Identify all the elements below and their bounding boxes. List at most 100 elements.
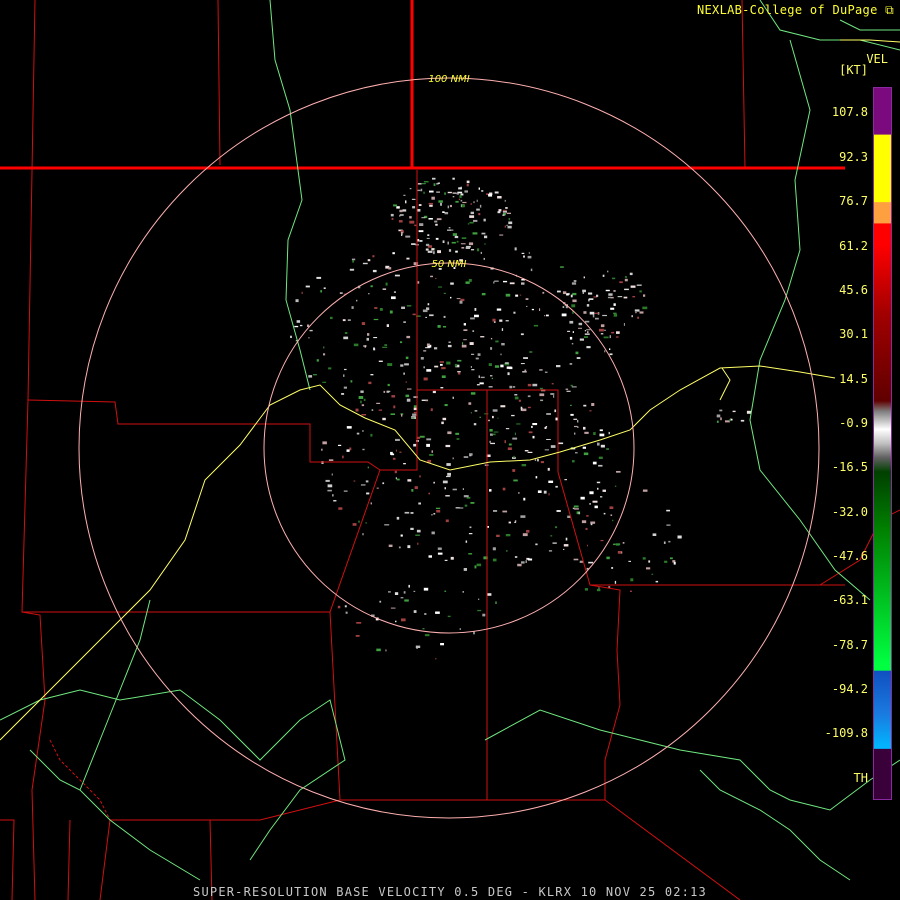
velocity-echo	[540, 461, 544, 464]
velocity-echo	[507, 372, 510, 376]
velocity-echo	[583, 404, 587, 407]
velocity-echo	[489, 429, 493, 432]
velocity-echoes	[290, 177, 752, 660]
velocity-echo	[604, 329, 606, 331]
velocity-echo	[565, 537, 568, 541]
velocity-echo	[586, 346, 591, 349]
velocity-echo	[527, 383, 532, 387]
velocity-echo	[411, 243, 416, 245]
velocity-echo	[449, 204, 452, 208]
velocity-echo	[396, 516, 400, 520]
velocity-echo	[598, 456, 603, 459]
velocity-echo	[460, 186, 462, 190]
velocity-echo	[328, 459, 334, 461]
velocity-echo	[431, 196, 435, 200]
velocity-echo	[478, 213, 481, 216]
velocity-echo	[492, 558, 497, 562]
velocity-echo	[429, 454, 434, 456]
velocity-echo	[468, 553, 473, 555]
velocity-echo	[528, 252, 530, 254]
velocity-echo	[469, 215, 475, 218]
velocity-echo	[569, 336, 573, 340]
velocity-echo	[505, 320, 509, 322]
velocity-echo	[614, 580, 617, 584]
velocity-echo	[461, 344, 467, 348]
velocity-echo	[523, 497, 526, 501]
velocity-echo	[634, 309, 640, 312]
velocity-echo	[456, 240, 459, 243]
velocity-echo	[373, 318, 379, 321]
velocity-echo	[609, 506, 614, 509]
velocity-echo	[542, 291, 545, 294]
velocity-echo	[407, 545, 411, 549]
velocity-echo	[637, 316, 639, 319]
velocity-echo	[615, 336, 619, 338]
velocity-echo	[431, 531, 435, 535]
velocity-echo	[426, 237, 430, 239]
velocity-echo	[518, 492, 520, 494]
velocity-echo	[308, 337, 310, 339]
velocity-echo	[429, 204, 433, 207]
velocity-echo	[465, 540, 468, 543]
velocity-echo	[599, 328, 604, 332]
velocity-echo	[716, 420, 719, 423]
product-code: VEL	[866, 52, 888, 66]
velocity-echo	[524, 450, 529, 452]
velocity-echo	[468, 242, 474, 246]
velocity-echo	[290, 335, 292, 338]
velocity-echo	[395, 438, 400, 441]
velocity-echo	[321, 448, 323, 451]
velocity-echo	[539, 387, 543, 390]
velocity-echo	[579, 338, 584, 341]
velocity-echo	[474, 565, 477, 569]
velocity-echo	[532, 423, 538, 426]
velocity-echo	[521, 561, 525, 564]
velocity-echo	[403, 591, 406, 594]
velocity-echo	[456, 438, 460, 440]
velocity-echo	[546, 314, 549, 317]
velocity-echo	[546, 413, 551, 415]
velocity-echo	[344, 605, 347, 608]
velocity-echo	[556, 365, 561, 368]
velocity-echo	[452, 457, 454, 460]
velocity-echo	[624, 276, 627, 278]
velocity-echo	[405, 235, 411, 238]
velocity-echo	[430, 275, 433, 278]
external-link-icon: ⧉	[885, 3, 894, 17]
velocity-echo	[497, 211, 501, 214]
velocity-echo	[447, 205, 449, 209]
velocity-echo	[493, 510, 498, 512]
velocity-echo	[619, 281, 623, 284]
velocity-echo	[401, 414, 403, 417]
velocity-echo	[446, 475, 451, 478]
velocity-echo	[539, 308, 541, 311]
velocity-echo	[455, 432, 460, 435]
velocity-echo	[400, 534, 403, 537]
velocity-echo	[382, 346, 388, 348]
velocity-echo	[415, 534, 420, 536]
velocity-echo	[463, 568, 467, 571]
velocity-echo	[492, 318, 496, 322]
velocity-echo	[388, 591, 391, 593]
velocity-echo	[392, 457, 396, 460]
velocity-echo	[332, 494, 334, 497]
velocity-echo	[376, 648, 381, 652]
velocity-echo	[362, 430, 364, 432]
velocity-echo	[440, 363, 443, 366]
velocity-echo	[548, 550, 553, 552]
velocity-echo	[666, 509, 670, 512]
velocity-echo	[578, 511, 580, 515]
range-ring-50nmi	[263, 262, 635, 634]
velocity-echo	[586, 515, 589, 517]
velocity-echo	[492, 415, 494, 419]
velocity-echo	[725, 420, 730, 423]
velocity-echo	[360, 390, 364, 393]
velocity-echo	[607, 296, 611, 299]
velocity-echo	[427, 234, 430, 236]
velocity-echo	[567, 330, 571, 332]
velocity-echo	[561, 313, 567, 317]
velocity-echo	[378, 409, 383, 411]
velocity-echo	[440, 387, 444, 389]
velocity-echo	[436, 509, 441, 513]
velocity-echo	[560, 266, 564, 268]
